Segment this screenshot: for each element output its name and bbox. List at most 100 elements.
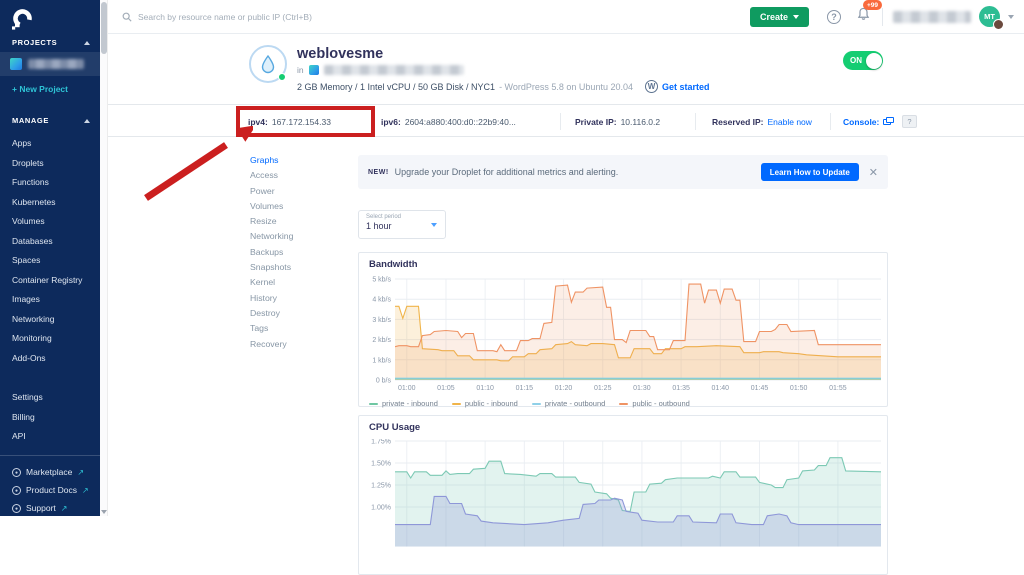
- sidebar-item-monitoring[interactable]: Monitoring: [12, 333, 82, 344]
- tab-recovery[interactable]: Recovery: [250, 339, 293, 350]
- svg-text:1.50%: 1.50%: [371, 461, 391, 468]
- projects-header: PROJECTS: [12, 38, 57, 47]
- toggle-knob: [866, 53, 882, 69]
- sidebar-scrollbar[interactable]: [100, 0, 108, 516]
- scrollbar-thumb[interactable]: [101, 2, 107, 54]
- droplet-icon: [249, 45, 287, 83]
- tab-volumes[interactable]: Volumes: [250, 201, 293, 212]
- new-project-button[interactable]: + New Project: [12, 84, 68, 94]
- notifications-button[interactable]: +99: [857, 7, 870, 26]
- sidebar-item-networking[interactable]: Networking: [12, 314, 82, 325]
- legend-swatch: [532, 403, 541, 405]
- help-button[interactable]: ?: [827, 10, 841, 24]
- chart-title-cpu: CPU Usage: [359, 416, 887, 433]
- tab-power[interactable]: Power: [250, 186, 293, 197]
- sidebar-item-kubernetes[interactable]: Kubernetes: [12, 197, 82, 208]
- ipv6-cell: ipv6: 2604:a880:400:d0::22b9:40...: [381, 105, 516, 138]
- chevron-down-icon[interactable]: [1008, 15, 1014, 19]
- support-icon: ●: [12, 504, 21, 513]
- svg-text:1.25%: 1.25%: [371, 483, 391, 490]
- tab-networking[interactable]: Networking: [250, 231, 293, 242]
- sidebar-item-settings[interactable]: Settings: [12, 392, 43, 403]
- tab-destroy[interactable]: Destroy: [250, 308, 293, 319]
- tab-kernel[interactable]: Kernel: [250, 277, 293, 288]
- sidebar-item-billing[interactable]: Billing: [12, 412, 43, 423]
- svg-text:1 kb/s: 1 kb/s: [372, 357, 391, 364]
- sidebar-item-apps[interactable]: Apps: [12, 138, 82, 149]
- docs-icon: ●: [12, 486, 21, 495]
- create-button[interactable]: Create: [750, 7, 809, 27]
- account-nav: Settings Billing API: [12, 392, 43, 442]
- power-state-label: ON: [850, 56, 862, 65]
- get-started-link[interactable]: Get started: [662, 82, 710, 92]
- project-icon: [309, 65, 319, 75]
- chevron-up-icon[interactable]: [84, 41, 90, 45]
- project-name-redacted: [28, 59, 84, 69]
- annotation-arrow: [138, 126, 253, 208]
- console-link[interactable]: Console:: [843, 117, 879, 127]
- ipv6-value[interactable]: 2604:a880:400:d0::22b9:40...: [405, 117, 516, 127]
- close-icon[interactable]: ✕: [869, 166, 878, 179]
- power-toggle[interactable]: ON: [843, 51, 883, 70]
- project-icon: [10, 58, 22, 70]
- svg-text:01:10: 01:10: [476, 385, 494, 392]
- tab-access[interactable]: Access: [250, 170, 293, 181]
- digitalocean-logo-icon[interactable]: [10, 8, 34, 32]
- legend-swatch: [369, 403, 378, 405]
- legend-public-outbound: public - outbound: [619, 399, 690, 408]
- scrollbar-down-arrow[interactable]: [101, 510, 107, 514]
- tab-history[interactable]: History: [250, 293, 293, 304]
- manage-header: MANAGE: [12, 116, 49, 125]
- private-ip-cell: Private IP: 10.116.0.2: [575, 105, 660, 138]
- upgrade-banner: NEW! Upgrade your Droplet for additional…: [358, 155, 888, 189]
- external-link-icon: ↗: [82, 486, 89, 495]
- chevron-up-icon[interactable]: [84, 119, 90, 123]
- sidebar-item-product-docs[interactable]: ● Product Docs ↗: [12, 485, 89, 496]
- sidebar-item-marketplace[interactable]: ● Marketplace ↗: [12, 467, 89, 478]
- tab-tags[interactable]: Tags: [250, 323, 293, 334]
- tab-backups[interactable]: Backups: [250, 247, 293, 258]
- tab-graphs[interactable]: Graphs: [250, 155, 293, 166]
- sidebar-item-volumes[interactable]: Volumes: [12, 216, 82, 227]
- sidebar-item-add-ons[interactable]: Add-Ons: [12, 353, 82, 364]
- console-icon[interactable]: [883, 117, 894, 126]
- sidebar-item-databases[interactable]: Databases: [12, 236, 82, 247]
- sidebar-item-current-project[interactable]: [0, 52, 100, 76]
- external-nav: ● Marketplace ↗ ● Product Docs ↗ ● Suppo…: [12, 467, 89, 514]
- notification-badge: +99: [863, 0, 882, 10]
- sidebar-item-spaces[interactable]: Spaces: [12, 255, 82, 266]
- period-select-value: 1 hour: [366, 221, 438, 231]
- learn-how-to-update-button[interactable]: Learn How to Update: [761, 163, 859, 181]
- topbar-divider: [882, 8, 883, 26]
- sidebar-item-support[interactable]: ● Support ↗: [12, 503, 89, 514]
- external-link-icon: ↗: [61, 504, 68, 513]
- sidebar-divider: [0, 455, 100, 456]
- wordpress-icon: W: [645, 80, 658, 93]
- svg-text:5 kb/s: 5 kb/s: [372, 277, 391, 284]
- sidebar-item-api[interactable]: API: [12, 431, 43, 442]
- tab-resize[interactable]: Resize: [250, 216, 293, 227]
- sidebar-item-droplets[interactable]: Droplets: [12, 158, 82, 169]
- reserved-ip-cell: Reserved IP: Enable now: [712, 105, 812, 138]
- secondary-avatar: [993, 19, 1004, 30]
- sidebar-item-functions[interactable]: Functions: [12, 177, 82, 188]
- svg-text:4 kb/s: 4 kb/s: [372, 297, 391, 304]
- cpu-usage-card: CPU Usage 1.00%1.25%1.50%1.75%: [358, 415, 888, 575]
- ip-separator: [695, 113, 696, 130]
- account-menu[interactable]: MT: [979, 6, 1000, 27]
- legend-private-outbound: private - outbound: [532, 399, 605, 408]
- tab-snapshots[interactable]: Snapshots: [250, 262, 293, 273]
- svg-text:2 kb/s: 2 kb/s: [372, 337, 391, 344]
- global-search-input[interactable]: Search by resource name or public IP (Ct…: [122, 12, 750, 22]
- topbar: Search by resource name or public IP (Ct…: [108, 0, 1024, 34]
- enable-now-link[interactable]: Enable now: [768, 117, 812, 127]
- period-select[interactable]: Select period 1 hour: [358, 210, 446, 239]
- legend-swatch: [452, 403, 461, 405]
- status-dot: [278, 73, 286, 81]
- private-ip-value[interactable]: 10.116.0.2: [621, 117, 661, 127]
- ipv4-value[interactable]: 167.172.154.33: [272, 117, 331, 127]
- console-help-badge[interactable]: ?: [902, 115, 916, 128]
- sidebar-item-container-registry[interactable]: Container Registry: [12, 275, 82, 286]
- banner-message: Upgrade your Droplet for additional metr…: [395, 167, 761, 177]
- sidebar-item-images[interactable]: Images: [12, 294, 82, 305]
